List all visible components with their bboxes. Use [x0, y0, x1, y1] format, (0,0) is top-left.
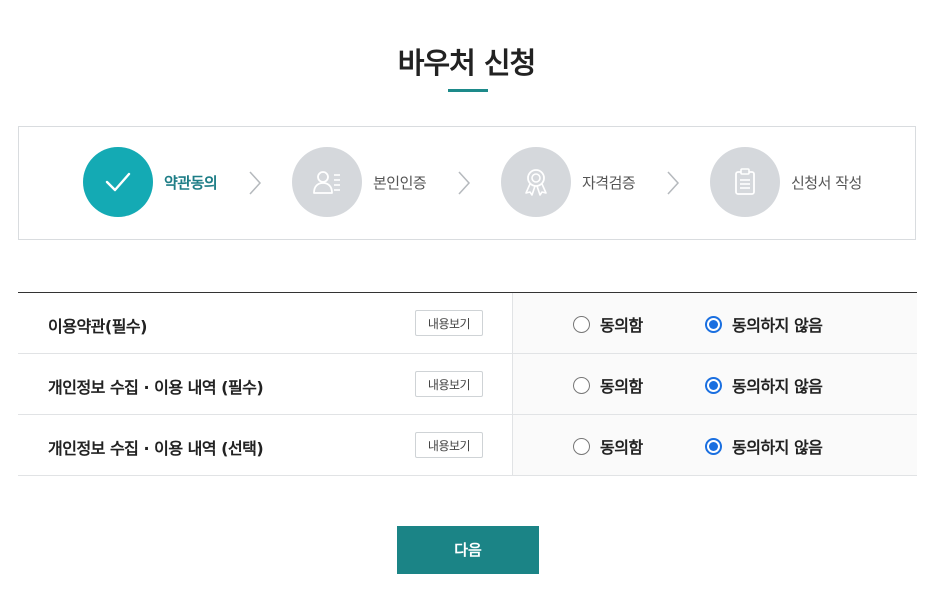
agreement-row-privacy-required: 개인정보 수집 · 이용 내역 (필수) 내용보기 동의함 동의하지 않음 [18, 354, 917, 415]
agreement-options: 동의함 동의하지 않음 [513, 293, 917, 353]
agreement-row-privacy-optional: 개인정보 수집 · 이용 내역 (선택) 내용보기 동의함 동의하지 않음 [18, 415, 917, 476]
radio-label: 동의함 [600, 316, 643, 335]
next-button[interactable]: 다음 [397, 526, 539, 574]
step-label: 자격검증 [582, 173, 636, 192]
step-eligibility-check: 자격검증 [501, 147, 636, 217]
view-content-button[interactable]: 내용보기 [415, 432, 483, 458]
step-circle [501, 147, 571, 217]
radio-checked[interactable] [705, 315, 722, 333]
clipboard-icon [735, 168, 755, 195]
radio-label: 동의함 [600, 377, 643, 396]
disagree-radio[interactable]: 동의하지 않음 [705, 434, 823, 458]
check-icon [105, 172, 131, 192]
chevron-right-icon [249, 171, 262, 195]
agreement-row-left: 개인정보 수집 · 이용 내역 (필수) 내용보기 [18, 354, 513, 414]
disagree-radio[interactable]: 동의하지 않음 [705, 373, 823, 397]
radio-unchecked[interactable] [573, 437, 590, 455]
step-circle-active [83, 147, 153, 217]
award-icon [525, 169, 547, 196]
step-progress: 약관동의 본인인증 자격검증 신청서 작성 [18, 126, 916, 240]
step-circle [710, 147, 780, 217]
page-title: 바우처 신청 [397, 46, 537, 80]
view-content-button[interactable]: 내용보기 [415, 310, 483, 336]
view-content-button[interactable]: 내용보기 [415, 371, 483, 397]
step-label: 약관동의 [164, 173, 218, 192]
radio-label: 동의함 [600, 438, 643, 457]
agreement-title: 개인정보 수집 · 이용 내역 (선택) [48, 439, 264, 458]
agree-radio[interactable]: 동의함 [573, 373, 643, 397]
chevron-right-icon [667, 171, 680, 195]
agreement-title: 이용약관(필수) [48, 317, 147, 336]
agreement-options: 동의함 동의하지 않음 [513, 354, 917, 414]
agree-radio[interactable]: 동의함 [573, 312, 643, 336]
radio-checked[interactable] [705, 437, 722, 455]
step-label: 신청서 작성 [791, 173, 862, 192]
step-terms-agreement: 약관동의 [83, 147, 218, 217]
step-label: 본인인증 [373, 173, 427, 192]
agreement-row-left: 개인정보 수집 · 이용 내역 (선택) 내용보기 [18, 415, 513, 475]
radio-unchecked[interactable] [573, 315, 590, 333]
agreement-row-terms: 이용약관(필수) 내용보기 동의함 동의하지 않음 [18, 293, 917, 354]
radio-label: 동의하지 않음 [732, 316, 823, 335]
title-underline [448, 89, 488, 92]
radio-label: 동의하지 않음 [732, 438, 823, 457]
chevron-right-icon [458, 171, 471, 195]
radio-checked[interactable] [705, 376, 722, 394]
agreement-options: 동의함 동의하지 않음 [513, 415, 917, 475]
disagree-radio[interactable]: 동의하지 않음 [705, 312, 823, 336]
radio-unchecked[interactable] [573, 376, 590, 394]
person-id-icon [313, 171, 340, 194]
agreement-title: 개인정보 수집 · 이용 내역 (필수) [48, 378, 264, 397]
step-application-form: 신청서 작성 [710, 147, 862, 217]
agree-radio[interactable]: 동의함 [573, 434, 643, 458]
step-identity-verification: 본인인증 [292, 147, 427, 217]
agreement-table: 이용약관(필수) 내용보기 동의함 동의하지 않음 개인정보 수집 · 이용 내… [18, 292, 917, 476]
step-circle [292, 147, 362, 217]
agreement-row-left: 이용약관(필수) 내용보기 [18, 293, 513, 353]
radio-label: 동의하지 않음 [732, 377, 823, 396]
